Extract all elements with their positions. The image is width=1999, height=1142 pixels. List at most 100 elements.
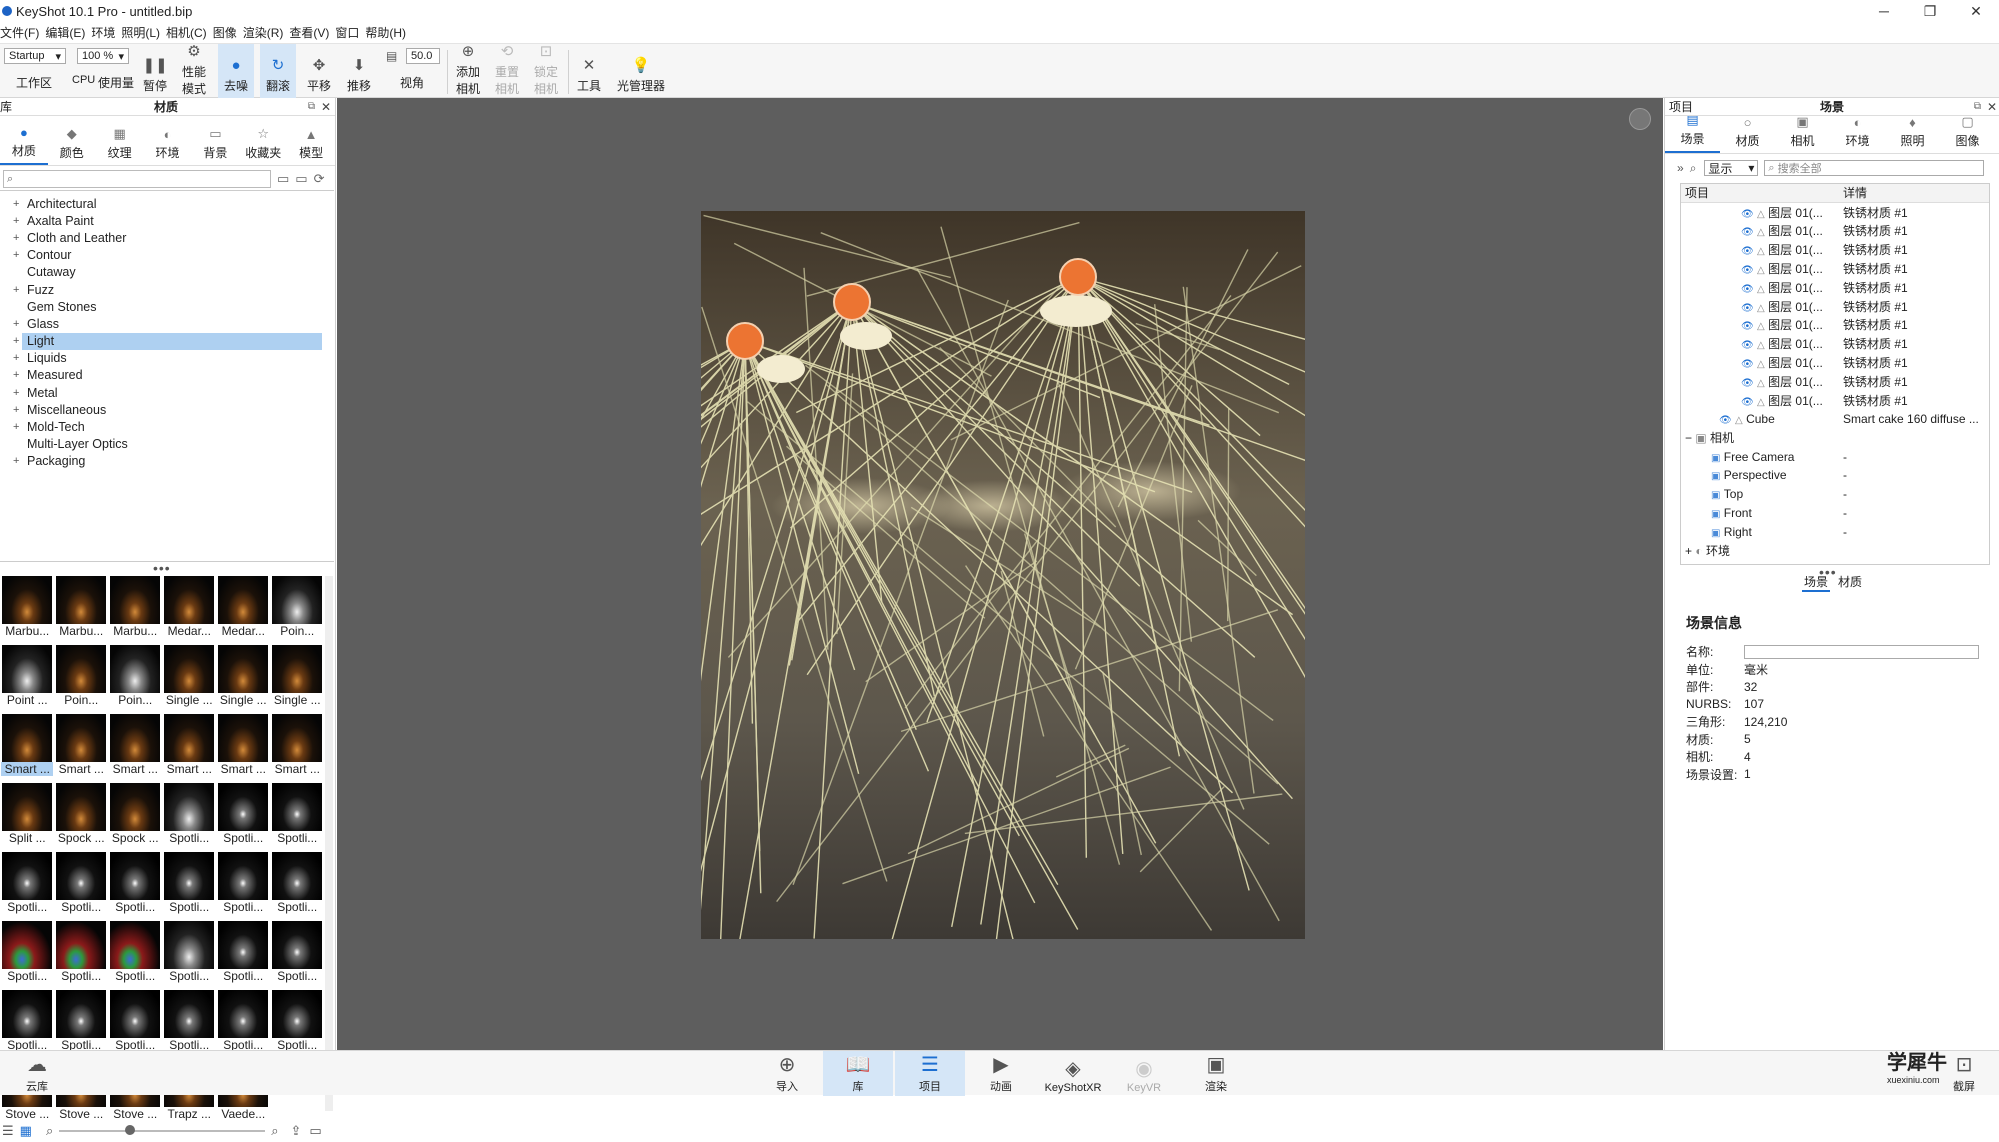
expand-icon[interactable]: + (13, 352, 19, 364)
material-thumbnail[interactable]: Spotli... (217, 921, 271, 990)
expand-icon[interactable]: + (13, 455, 19, 467)
tree-item-packaging[interactable]: + Packaging (0, 453, 334, 470)
material-thumbnail[interactable]: Spotli... (55, 990, 109, 1059)
eye-icon[interactable]: 👁 (1741, 265, 1754, 276)
viewport-settings-icon[interactable] (1629, 108, 1651, 130)
eye-icon[interactable]: 👁 (1741, 209, 1754, 220)
library-search-input[interactable]: ⌕ (3, 170, 271, 188)
material-thumbnail[interactable]: Spotli... (271, 783, 325, 852)
material-thumbnail[interactable]: Spotli... (217, 852, 271, 921)
screenshot-button[interactable]: ⊡ 截屏 (1929, 1051, 1999, 1096)
light-handle[interactable] (726, 322, 764, 360)
reset-camera-button[interactable]: ⟲ 重置 相机 (490, 43, 524, 98)
scene-row-layer[interactable]: 👁 △ 图层 01(... 铁锈材质 #1 (1681, 259, 1989, 278)
collapse-icon[interactable]: − (1685, 431, 1692, 445)
scene-row-layer[interactable]: 👁 △ 图层 01(... 铁锈材质 #1 (1681, 334, 1989, 353)
expand-panel-icon[interactable]: » (1677, 161, 1684, 175)
expand-icon[interactable]: + (13, 318, 19, 330)
light-handle[interactable] (1059, 258, 1097, 296)
material-thumbnail[interactable]: Spotli... (163, 921, 217, 990)
add-camera-button[interactable]: ⊕ 添加 相机 (451, 43, 485, 98)
fov-input[interactable]: 50.0 (406, 48, 440, 64)
scene-row-camera[interactable]: ▣ Right - (1681, 522, 1989, 541)
expand-icon[interactable]: + (13, 404, 19, 416)
material-thumbnail[interactable]: Spotli... (109, 990, 163, 1059)
material-thumbnail[interactable]: Split ... (1, 783, 55, 852)
slider-handle[interactable] (125, 1125, 136, 1135)
menu-view[interactable]: 查看(V) (289, 24, 335, 41)
expand-icon[interactable]: + (13, 215, 19, 227)
scene-row-layer[interactable]: 👁 △ 图层 01(... 铁锈材质 #1 (1681, 391, 1989, 410)
tab-favorites[interactable]: ☆ 收藏夹 (239, 119, 287, 165)
material-thumbnail[interactable]: Poin... (109, 645, 163, 714)
scene-row-camera[interactable]: ▣ Perspective - (1681, 466, 1989, 485)
scene-row-layer[interactable]: 👁 △ 图层 01(... 铁锈材质 #1 (1681, 278, 1989, 297)
light-manager-button[interactable]: 💡 光管理器 (612, 44, 670, 98)
pan-button[interactable]: ✥ 平移 (302, 44, 336, 98)
tools-button[interactable]: ✕ 工具 (572, 44, 606, 98)
list-view-icon[interactable]: ☰ (2, 1123, 14, 1139)
sub-tab-material[interactable]: 材质 (1838, 573, 1862, 592)
float-icon[interactable]: ⧉ (1974, 101, 1981, 112)
folder-add-icon[interactable]: ▭ (295, 171, 307, 187)
material-thumbnail[interactable]: Spotli... (163, 990, 217, 1059)
material-thumbnail[interactable]: Spotli... (271, 990, 325, 1059)
material-thumbnail[interactable]: Spotli... (271, 921, 325, 990)
material-thumbnail[interactable]: Spotli... (1, 852, 55, 921)
material-thumbnail[interactable]: Spotli... (271, 852, 325, 921)
project-button[interactable]: ☰ 项目 (895, 1051, 965, 1096)
scene-row-layer[interactable]: 👁 △ 图层 01(... 铁锈材质 #1 (1681, 222, 1989, 241)
thumbnail-size-slider[interactable] (59, 1125, 266, 1135)
expand-icon[interactable]: + (13, 249, 19, 261)
tab-lighting[interactable]: ♦ 照明 (1885, 115, 1940, 153)
scene-row-cube[interactable]: 👁 △ Cube Smart cake 160 diffuse ... (1681, 410, 1989, 429)
workspace-dropdown[interactable]: Startup ▾ (4, 48, 66, 64)
material-thumbnail[interactable]: Poin... (271, 576, 325, 645)
tree-item-liquids[interactable]: + Liquids (0, 350, 334, 367)
menu-environment[interactable]: 环境 (91, 24, 121, 41)
zoom-out-icon[interactable]: ⌕ (46, 1123, 53, 1139)
material-thumbnail[interactable]: Smart ... (109, 714, 163, 783)
import-button[interactable]: ⊕ 导入 (752, 1051, 822, 1096)
library-button[interactable]: 📖 库 (823, 1051, 893, 1096)
tree-item-mold-tech[interactable]: + Mold-Tech (0, 418, 334, 435)
tree-item-gem-stones[interactable]: Gem Stones (0, 298, 334, 315)
tab-camera[interactable]: ▣ 相机 (1775, 114, 1830, 153)
expand-icon[interactable]: + (13, 284, 19, 296)
grid-view-icon[interactable]: ▦ (20, 1123, 32, 1139)
denoise-button[interactable]: ● 去噪 (218, 44, 254, 98)
material-thumbnail[interactable]: Spotli... (217, 990, 271, 1059)
maximize-button[interactable]: ❐ (1907, 0, 1953, 22)
eye-icon[interactable]: 👁 (1741, 378, 1754, 389)
scene-row-layer[interactable]: 👁 △ 图层 01(... 铁锈材质 #1 (1681, 372, 1989, 391)
lock-camera-button[interactable]: ⊡ 锁定 相机 (529, 43, 563, 98)
tree-item-contour[interactable]: + Contour (0, 247, 334, 264)
tab-materials[interactable]: ● 材质 (0, 119, 48, 165)
material-thumbnail[interactable]: Smart ... (55, 714, 109, 783)
menu-lighting[interactable]: 照明(L) (121, 24, 166, 41)
dolly-button[interactable]: ⬇ 推移 (342, 44, 376, 98)
tree-item-axalta-paint[interactable]: + Axalta Paint (0, 212, 334, 229)
close-icon[interactable]: ✕ (1987, 100, 1997, 114)
tree-item-architectural[interactable]: + Architectural (0, 195, 334, 212)
material-thumbnail[interactable]: Smart ... (217, 714, 271, 783)
material-thumbnail[interactable]: Medar... (163, 576, 217, 645)
material-thumbnail[interactable]: Spotli... (109, 852, 163, 921)
material-thumbnail[interactable]: Spotli... (217, 783, 271, 852)
menu-window[interactable]: 窗口 (335, 24, 365, 41)
expand-icon[interactable]: + (13, 387, 19, 399)
tab-textures[interactable]: ▦ 纹理 (96, 119, 144, 165)
scene-row-camera[interactable]: ▣ Top - (1681, 485, 1989, 504)
scene-row-environment[interactable]: + ◐ 环境 (1681, 541, 1989, 560)
expand-icon[interactable]: + (1685, 544, 1692, 558)
eye-icon[interactable]: 👁 (1741, 284, 1754, 295)
scene-row-cameras[interactable]: − ▣ 相机 (1681, 428, 1989, 447)
tree-item-light[interactable]: + Light (0, 332, 334, 350)
material-thumbnail[interactable]: Spotli... (109, 921, 163, 990)
minimize-button[interactable]: ─ (1861, 0, 1907, 22)
material-thumbnail[interactable]: Single ... (217, 645, 271, 714)
expand-icon[interactable]: + (13, 369, 19, 381)
tab-environments[interactable]: ◐ 环境 (144, 119, 192, 165)
material-thumbnail[interactable]: Marbu... (109, 576, 163, 645)
scene-row-layer[interactable]: 👁 △ 图层 01(... 铁锈材质 #1 (1681, 240, 1989, 259)
